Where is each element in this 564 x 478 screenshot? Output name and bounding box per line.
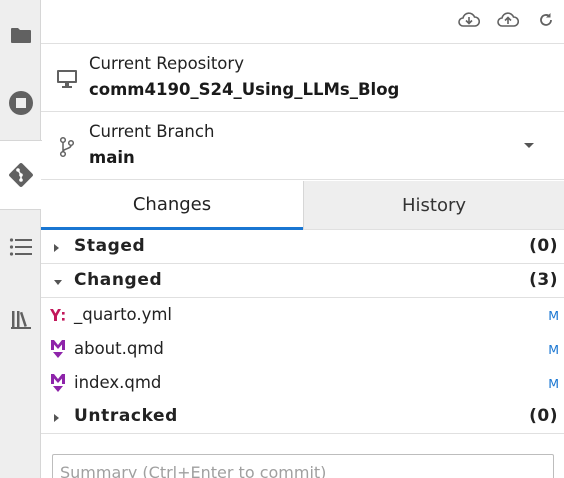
file-name: _quarto.yml xyxy=(74,305,173,324)
git-icon xyxy=(9,163,33,187)
branch-label: Current Branch xyxy=(89,122,215,141)
markdown-icon xyxy=(49,373,67,393)
sidebar-item-extensions[interactable] xyxy=(0,284,41,354)
list-item[interactable]: about.qmd M xyxy=(41,332,564,366)
sidebar-item-git[interactable] xyxy=(0,140,42,210)
untracked-group-header[interactable]: Untracked (0) xyxy=(41,400,564,434)
branch-icon xyxy=(55,136,79,158)
changed-label: Changed xyxy=(74,270,163,290)
branch-name: main xyxy=(89,148,135,167)
staged-label: Staged xyxy=(74,236,146,256)
file-name: index.qmd xyxy=(74,373,162,392)
pull-button[interactable] xyxy=(457,10,481,30)
activity-sidebar xyxy=(0,0,42,478)
commit-summary-input[interactable] xyxy=(52,454,554,478)
untracked-count: (0) xyxy=(529,406,558,426)
staged-group-header[interactable]: Staged (0) xyxy=(41,230,564,264)
tab-history[interactable]: History xyxy=(303,181,564,230)
list-item[interactable]: index.qmd M xyxy=(41,366,564,400)
changed-count: (3) xyxy=(529,270,558,290)
folder-icon xyxy=(10,28,31,43)
changed-group-header[interactable]: Changed (3) xyxy=(41,264,564,298)
sidebar-item-running[interactable] xyxy=(0,68,41,138)
file-status: M xyxy=(548,308,559,323)
yaml-icon xyxy=(49,305,67,325)
cloud-upload-icon xyxy=(497,12,519,27)
desktop-icon xyxy=(55,68,79,90)
file-status: M xyxy=(548,342,559,357)
git-toolbar xyxy=(41,0,564,44)
git-panel: Current Repository comm4190_S24_Using_LL… xyxy=(41,0,564,478)
sidebar-item-table-of-contents[interactable] xyxy=(0,212,41,282)
stop-circle-icon xyxy=(8,91,33,115)
refresh-icon xyxy=(540,13,552,26)
markdown-icon xyxy=(49,339,67,359)
tab-changes[interactable]: Changes xyxy=(41,181,303,230)
chevron-down-icon[interactable] xyxy=(524,143,534,148)
current-repository[interactable]: Current Repository comm4190_S24_Using_LL… xyxy=(41,44,564,112)
repository-label: Current Repository xyxy=(89,54,244,73)
repository-name: comm4190_S24_Using_LLMs_Blog xyxy=(89,80,400,99)
file-name: about.qmd xyxy=(74,339,164,358)
caret-down-icon xyxy=(54,280,62,285)
library-icon xyxy=(10,311,31,329)
untracked-label: Untracked xyxy=(74,406,178,426)
list-icon xyxy=(9,238,32,256)
list-item[interactable]: _quarto.yml M xyxy=(41,298,564,332)
current-branch[interactable]: Current Branch main xyxy=(41,112,564,180)
caret-right-icon xyxy=(54,414,59,422)
push-button[interactable] xyxy=(496,10,520,30)
cloud-download-icon xyxy=(458,12,480,27)
caret-right-icon xyxy=(54,244,59,252)
file-status: M xyxy=(548,376,559,391)
sidebar-item-file-browser[interactable] xyxy=(0,0,41,70)
git-tabs: Changes History xyxy=(41,181,564,230)
staged-count: (0) xyxy=(529,236,558,256)
refresh-button[interactable] xyxy=(534,10,558,30)
